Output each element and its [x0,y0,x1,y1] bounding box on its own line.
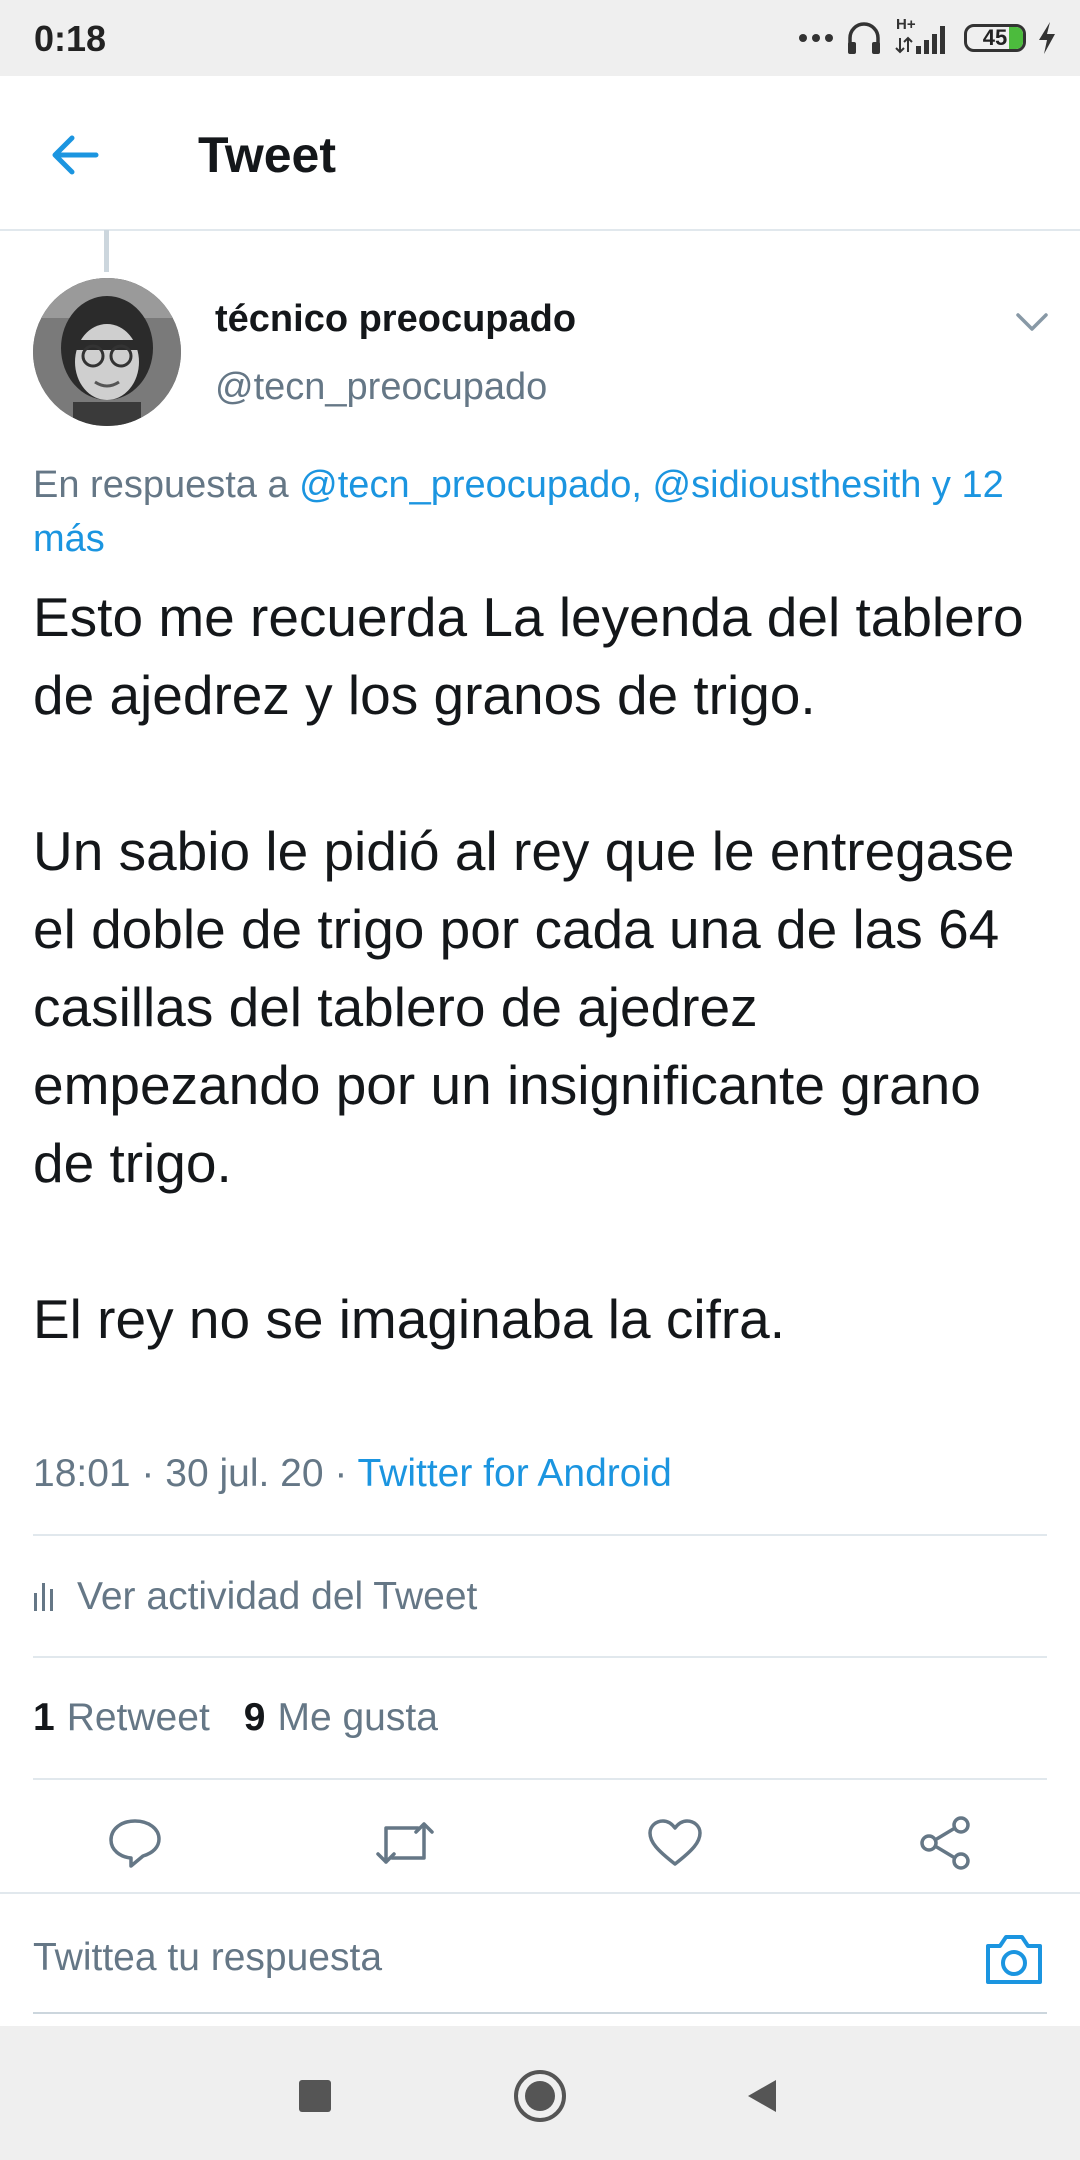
tweet-meta: 18:01 · 30 jul. 20 · Twitter for Android [33,1452,672,1496]
reply-input[interactable]: Twittea tu respuesta [33,1936,382,1980]
retweets-label: Retweet [66,1696,210,1739]
likes-label: Me gusta [277,1696,438,1739]
status-icons: H+ 45 [798,14,1058,62]
status-bar: 0:18 H+ 45 [0,0,1080,76]
arrow-left-icon [52,135,99,175]
back-nav-button[interactable] [722,2056,802,2136]
charging-icon [1039,22,1055,54]
composer-underline [33,2012,1047,2014]
engagement-stats: 1 Retweet 9 Me gusta [33,1696,438,1740]
share-icon [920,1816,970,1870]
activity-label: Ver actividad del Tweet [77,1575,478,1618]
battery-level: 45 [982,25,1008,50]
status-time: 0:18 [34,18,107,59]
author-handle[interactable]: @tecn_preocupado [215,366,547,409]
avatar[interactable] [33,278,181,426]
app-header: Tweet [0,76,1080,231]
reply-composer: Twittea tu respuesta [0,1892,1080,2024]
retweets-stat[interactable]: 1 Retweet [33,1696,210,1740]
divider [33,1778,1047,1780]
reply-icon [109,1819,161,1868]
circle-icon [514,2070,566,2122]
tweet-source-link[interactable]: Twitter for Android [358,1452,672,1495]
page-title: Tweet [198,127,336,183]
analytics-icon [34,1583,53,1611]
reply-button[interactable] [100,1808,170,1878]
divider [33,1534,1047,1536]
headphones-icon [848,22,880,54]
reply-prefix: En respuesta a [33,464,300,506]
tweet-options-button[interactable] [1012,302,1052,342]
tweet-actions [0,1808,1080,1886]
home-button[interactable] [500,2056,580,2136]
divider [33,1656,1047,1658]
retweet-button[interactable] [370,1808,440,1878]
back-button[interactable] [40,120,110,190]
retweet-icon [376,1822,434,1864]
square-icon [299,2080,331,2112]
recents-button[interactable] [275,2056,355,2136]
author-name[interactable]: técnico preocupado [215,298,576,341]
thread-line [104,230,109,272]
system-nav-bar [0,2026,1080,2160]
likes-count: 9 [243,1696,266,1739]
retweets-count: 1 [33,1696,55,1739]
tweet-timestamp: 18:01 · 30 jul. 20 · [33,1452,358,1495]
heart-icon [648,1819,702,1866]
triangle-back-icon [748,2080,776,2112]
like-button[interactable] [640,1808,710,1878]
share-button[interactable] [910,1808,980,1878]
camera-icon [986,1935,1042,1984]
signal-icon: H+ [894,16,954,58]
likes-stat[interactable]: 9 Me gusta [244,1696,438,1740]
view-activity-button[interactable]: Ver actividad del Tweet [33,1572,477,1622]
chevron-down-icon [1016,313,1048,331]
reply-context: En respuesta a @tecn_preocupado, @sidiou… [33,458,1033,566]
battery-icon: 45 [964,24,1026,52]
camera-button[interactable] [982,1928,1046,1992]
dots-icon [799,34,833,42]
tweet-text: Esto me recuerda La leyenda del tablero … [33,586,1024,1350]
